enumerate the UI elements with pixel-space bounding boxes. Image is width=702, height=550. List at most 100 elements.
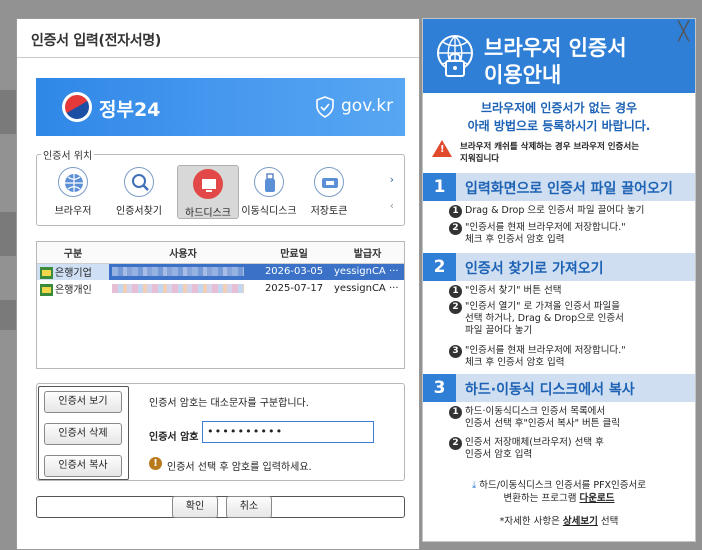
- location-label: 이동식디스크: [241, 206, 297, 217]
- pfx-download-text: 변환하는 프로그램: [503, 493, 577, 504]
- step-1-item-2: 2 "인증서를 현재 브라우저에 저장합니다." 체크 후 인증서 암호 입력: [449, 222, 626, 246]
- cancel-button[interactable]: 취소: [226, 496, 272, 518]
- step-item-text: "인증서를 현재 브라우저에 저장합니다.": [465, 345, 626, 356]
- step-item-text: 하드·이동식디스크 인증서 목록에서: [465, 406, 606, 417]
- guide-intro-line1: 브라우저에 인증서가 없는 경우: [480, 101, 638, 115]
- confirm-button[interactable]: 확인: [172, 496, 218, 518]
- bank-icon: [40, 267, 53, 280]
- caution-triangle-icon: !: [432, 140, 452, 157]
- step-item-number: 2: [449, 301, 462, 314]
- token-icon: [314, 167, 344, 197]
- copy-certificate-button[interactable]: 인증서 복사: [44, 455, 122, 477]
- guide-title-line2: 이용안내: [484, 63, 562, 87]
- step-item-text: 선택 하거나, Drag & Drop으로 인증서: [465, 313, 624, 324]
- cert-expiry: 2025-07-17: [264, 283, 324, 294]
- pfx-download-line2: 변환하는 프로그램 다운로드: [423, 490, 695, 504]
- chevron-left-icon[interactable]: ‹: [390, 199, 394, 212]
- browser-certificate-guide: 브라우저 인증서 이용안내 ╳ 브라우저에 인증서가 없는 경우 아래 방법으로…: [422, 18, 696, 542]
- banner-domain: gov.kr: [341, 96, 394, 116]
- step-number: 1: [423, 173, 456, 201]
- location-browser[interactable]: 브라우저: [43, 167, 103, 217]
- step-item-text: 인증서 암호 입력: [465, 449, 533, 460]
- step-item-text: 체크 후 인증서 암호 입력: [465, 234, 565, 245]
- password-input[interactable]: ••••••••••: [202, 421, 374, 443]
- table-row[interactable]: 은행기업 2026-03-05 yessignCA ···: [37, 263, 404, 280]
- bank-icon: [40, 284, 53, 296]
- guide-title-line1: 브라우저 인증서: [484, 36, 627, 60]
- certificate-action-buttons: 인증서 보기 인증서 삭제 인증서 복사: [38, 386, 129, 480]
- guide-intro-line2: 아래 방법으로 등록하시기 바랍니다.: [467, 119, 651, 133]
- step-item-number: 3: [449, 345, 462, 358]
- gov24-banner: 정부24 gov.kr: [36, 78, 405, 136]
- location-label: 브라우저: [54, 206, 92, 217]
- password-hint: 인증서 선택 후 암호를 입력하세요.: [167, 462, 312, 473]
- step-2-item-1: 1 "인증서 찾기" 버튼 선택: [449, 285, 562, 298]
- cert-issuer: yessignCA ···: [334, 283, 399, 294]
- pfx-download-line1: ⤓ 하드/이동식디스크 인증서를 PFX인증서로: [423, 477, 695, 491]
- step-title: 하드·이동식 디스크에서 복사: [465, 382, 635, 398]
- location-save-token[interactable]: 저장토큰: [299, 167, 359, 217]
- monitor-icon: [193, 169, 223, 199]
- step-item-text: "인증서 찾기" 버튼 선택: [465, 285, 562, 296]
- location-label: 하드디스크: [185, 208, 231, 219]
- step-number: 2: [423, 253, 456, 281]
- col-user: 사용자: [109, 242, 257, 264]
- col-type: 구분: [37, 242, 109, 264]
- globe-lock-icon: [437, 35, 473, 77]
- user-name-redacted: [112, 266, 244, 276]
- location-hard-disk[interactable]: 하드디스크: [177, 165, 239, 219]
- location-label: 저장토큰: [310, 206, 348, 217]
- password-panel: 인증서 보기 인증서 삭제 인증서 복사 인증서 암호는 대소문자를 구분합니다…: [36, 383, 405, 481]
- cert-type: 은행기업: [55, 268, 92, 280]
- location-find-certificate[interactable]: 인증서찾기: [109, 167, 169, 217]
- certificate-table: 구분 사용자 만료일 발급자 은행기업 2026-03-05 yessignCA…: [36, 241, 405, 369]
- step-item-number: 2: [449, 437, 462, 450]
- location-legend: 인증서 위치: [41, 147, 95, 162]
- detail-line: *자세한 사항은 상세보기 선택: [423, 513, 695, 527]
- step-item-text: 체크 후 인증서 암호 입력: [465, 357, 565, 368]
- view-certificate-button[interactable]: 인증서 보기: [44, 391, 122, 413]
- cache-warning-line2: 지워집니다: [460, 154, 500, 164]
- step-item-number: 2: [449, 222, 462, 235]
- certificate-location-group: 인증서 위치 브라우저 인증서찾기 하드디스크 이동식디스크 저장토큰 › ‹: [36, 147, 405, 226]
- download-link[interactable]: 다운로드: [580, 493, 615, 504]
- step-3-header: 3 하드·이동식 디스크에서 복사: [423, 374, 695, 402]
- step-item-number: 1: [449, 205, 462, 218]
- step-item-text: 파일 끌어다 놓기: [465, 325, 533, 336]
- step-item-text: 인증서 저장매체(브라우저) 선택 후: [465, 437, 604, 448]
- cert-type: 은행개인: [55, 285, 92, 296]
- taegeuk-logo-icon: [62, 92, 92, 122]
- location-label: 인증서찾기: [116, 206, 162, 217]
- close-icon[interactable]: ╳: [678, 23, 689, 41]
- step-item-text: Drag & Drop 으로 인증서 파일 끌어다 놓기: [465, 205, 645, 216]
- step-item-text: 인증서 선택 후"인증서 복사" 버튼 클릭: [465, 418, 620, 429]
- step-title: 인증서 찾기로 가져오기: [465, 261, 604, 277]
- table-row[interactable]: 은행개인 2025-07-17 yessignCA ···: [37, 280, 404, 297]
- shield-check-icon: [316, 96, 334, 118]
- certificate-dialog: 인증서 입력(전자서명) 정부24 gov.kr 인증서 위치 브라우저 인증서…: [16, 18, 420, 550]
- delete-certificate-button[interactable]: 인증서 삭제: [44, 423, 122, 445]
- guide-header: 브라우저 인증서 이용안내 ╳: [423, 19, 695, 93]
- password-label: 인증서 암호: [149, 432, 199, 443]
- detail-text: 선택: [600, 516, 619, 527]
- cert-issuer: yessignCA ···: [331, 263, 404, 280]
- confirm-bar: 확인 취소: [36, 496, 405, 518]
- cache-warning-line1: 브라우저 캐쉬를 삭제하는 경우 브라우저 인증서는: [460, 142, 640, 152]
- step-3-item-2: 2 인증서 저장매체(브라우저) 선택 후 인증서 암호 입력: [449, 437, 604, 461]
- col-expiry: 만료일: [257, 242, 331, 264]
- user-name-redacted: [112, 283, 244, 293]
- col-issuer: 발급자: [331, 242, 404, 264]
- detail-link[interactable]: 상세보기: [563, 516, 598, 527]
- step-1-header: 1 입력화면으로 인증서 파일 끌어오기: [423, 173, 695, 201]
- location-removable-disk[interactable]: 이동식디스크: [239, 167, 299, 217]
- banner-gov-name: 정부24: [99, 99, 161, 121]
- step-2-item-3: 3 "인증서를 현재 브라우저에 저장합니다." 체크 후 인증서 암호 입력: [449, 345, 626, 369]
- cert-expiry: 2026-03-05: [257, 263, 331, 280]
- case-sensitive-note: 인증서 암호는 대소문자를 구분합니다.: [149, 398, 309, 409]
- step-item-text: "인증서 열기" 로 가져올 인증서 파일을: [465, 301, 620, 312]
- step-2-header: 2 인증서 찾기로 가져오기: [423, 253, 695, 281]
- step-2-item-2: 2 "인증서 열기" 로 가져올 인증서 파일을 선택 하거나, Drag & …: [449, 301, 624, 337]
- step-3-item-1: 1 하드·이동식디스크 인증서 목록에서 인증서 선택 후"인증서 복사" 버튼…: [449, 406, 620, 430]
- dialog-title: 인증서 입력(전자서명): [31, 33, 161, 49]
- chevron-right-icon[interactable]: ›: [390, 173, 394, 186]
